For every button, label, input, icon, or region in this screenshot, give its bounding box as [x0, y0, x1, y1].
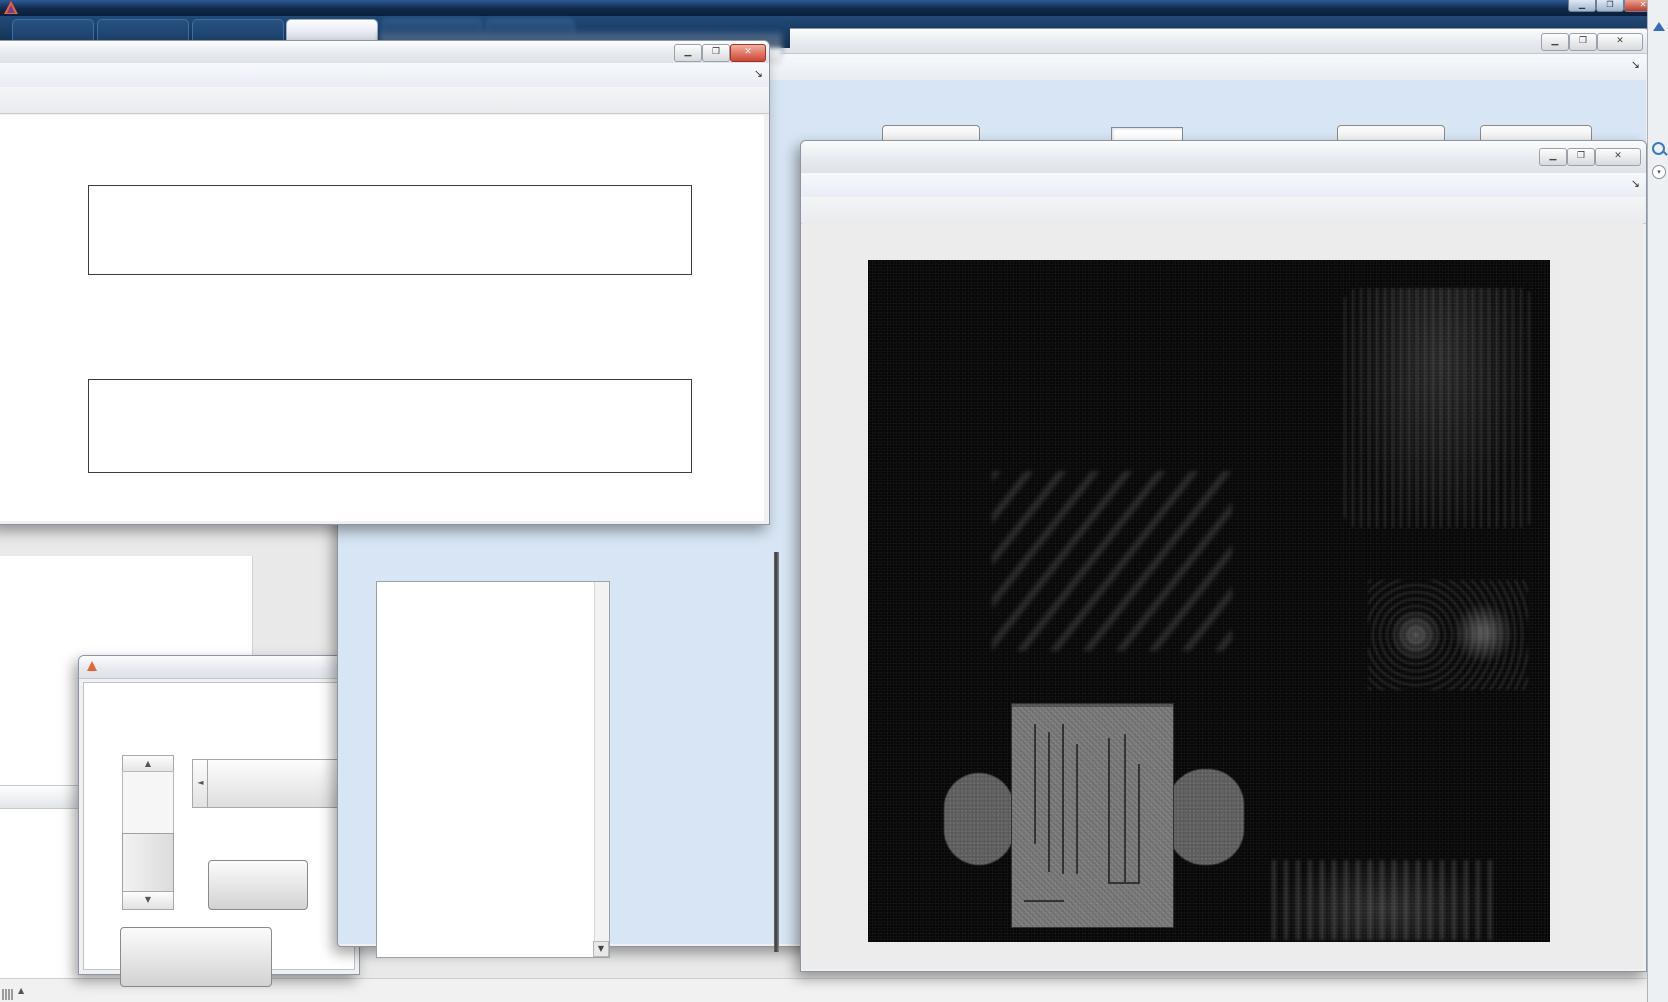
- listbox-scrollbar[interactable]: [594, 582, 609, 957]
- y-slider-thumb[interactable]: [122, 833, 174, 893]
- fitting-y-ticks: [50, 379, 84, 471]
- right-figure-titlebar[interactable]: ▁ ❐ ✕: [801, 141, 1646, 174]
- slider-window-body: ▲ ▼ ◄: [83, 682, 361, 987]
- fitting-x-ticks: [88, 475, 690, 489]
- minimize-button[interactable]: ▁: [1568, 0, 1596, 12]
- linescan-markers-layer: [868, 260, 1550, 942]
- right-figure-toolbar: [801, 197, 1646, 224]
- screen: ▁ ❐ ✕ ▾ ▲ ▲ ▼ ◄ ▁ ❐ ✕ ↘ ▼ ▁ ❐ ✕ ↘ ▁ ❐ ✕ …: [0, 0, 1668, 1002]
- figure2-titlebar[interactable]: ▁ ❐ ✕: [0, 41, 769, 64]
- rf-close-button[interactable]: ✕: [1595, 148, 1641, 166]
- figure2-menubar: ↘: [0, 63, 769, 88]
- interval-grenze-1-button[interactable]: [208, 860, 308, 910]
- search-icon[interactable]: [1652, 142, 1665, 155]
- rf-minimize-button[interactable]: ▁: [1539, 148, 1567, 166]
- fig2-restore-button[interactable]: ❐: [702, 44, 730, 62]
- matlab-logo-icon: [4, 1, 18, 14]
- listbox-scroll-down-icon[interactable]: ▼: [593, 941, 609, 957]
- matlab-titlebar: ▁ ❐ ✕: [0, 0, 1668, 16]
- gui-restore-button[interactable]: ❐: [1569, 33, 1597, 51]
- fig2-close-button[interactable]: ✕: [730, 44, 766, 62]
- y-slider-down-button[interactable]: ▼: [122, 891, 174, 910]
- gui-minimize-button[interactable]: ▁: [1541, 33, 1569, 51]
- gui-axis-ticks: [698, 570, 771, 970]
- image-y-axis-ticks: [826, 260, 860, 942]
- rf-restore-button[interactable]: ❐: [1567, 148, 1595, 166]
- gui-close-button[interactable]: ✕: [1597, 33, 1643, 51]
- right-figure-menubar: ↘: [801, 173, 1646, 198]
- linescan-x-ticks: [88, 277, 690, 291]
- slider-window: ▲ ▼ ◄: [78, 655, 361, 987]
- fitting-plot[interactable]: [88, 379, 692, 473]
- docked-sidebar: ▾: [1647, 0, 1668, 1002]
- linescan-y-ticks: [50, 185, 84, 273]
- y-slider-track-upper[interactable]: [122, 771, 174, 835]
- slider-titlebar[interactable]: [79, 656, 359, 679]
- resize-grip[interactable]: ▲: [2, 985, 28, 1000]
- fig2-minimize-button[interactable]: ▁: [674, 44, 702, 62]
- figure2-window: ▁ ❐ ✕ ↘: [0, 40, 770, 525]
- scan-image[interactable]: [868, 260, 1550, 942]
- figure2-canvas: [0, 115, 764, 521]
- right-figure-window: ▁ ❐ ✕ ↘: [800, 140, 1647, 972]
- right-figure-body: [802, 223, 1643, 969]
- linescan-plot[interactable]: [88, 185, 692, 275]
- fig2-dock-arrow-icon[interactable]: ↘: [754, 67, 763, 80]
- restore-button[interactable]: ❐: [1596, 0, 1624, 12]
- image-x-axis-ticks: [868, 950, 1550, 964]
- rf-dock-arrow-icon[interactable]: ↘: [1631, 177, 1640, 190]
- matlab-figure-icon: [87, 661, 97, 671]
- linescan-listbox[interactable]: ▼: [376, 581, 610, 958]
- figure2-toolbar: [0, 87, 769, 114]
- gui-dock-arrow-icon[interactable]: ↘: [1631, 58, 1640, 71]
- expand-up-icon[interactable]: [1653, 22, 1665, 31]
- chevron-down-circle-icon[interactable]: ▾: [1652, 165, 1666, 179]
- auto-linescan-button[interactable]: [120, 927, 272, 987]
- panel-divider: [774, 552, 779, 952]
